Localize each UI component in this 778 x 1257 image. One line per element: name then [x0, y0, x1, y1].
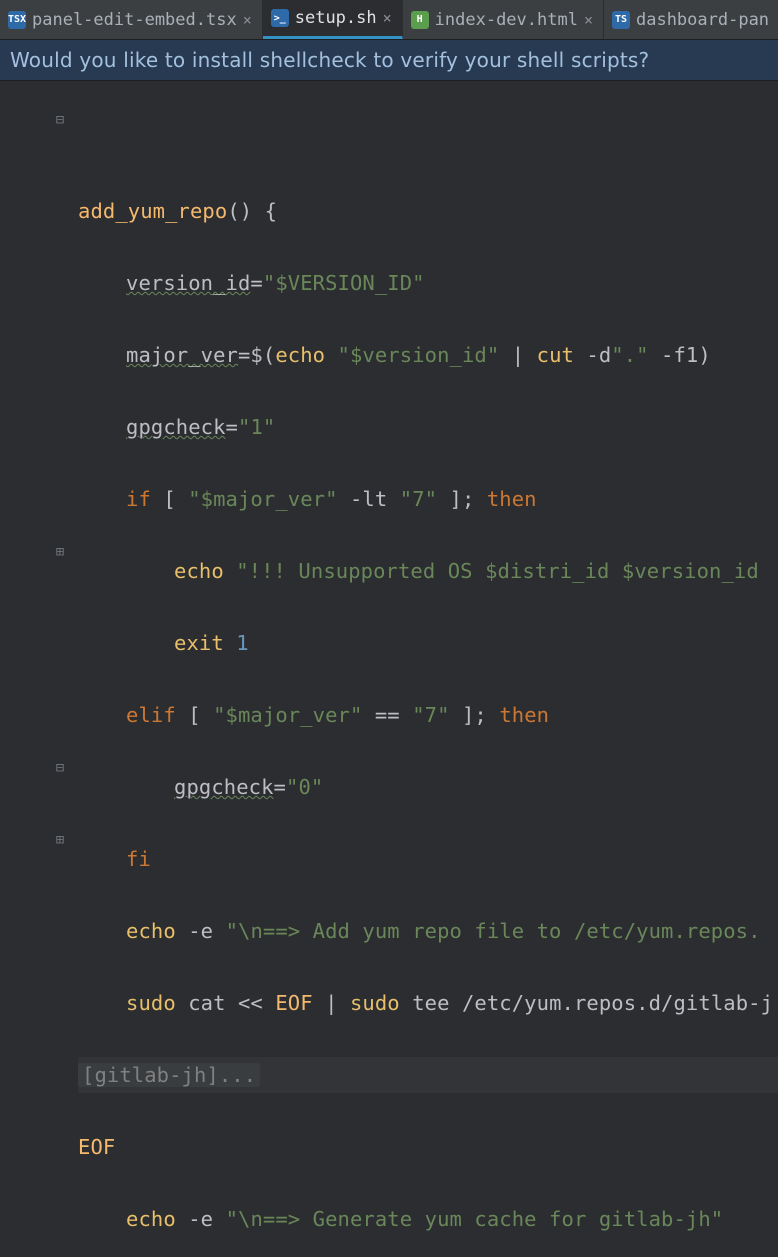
ts-file-icon: TS [612, 11, 630, 29]
tab-setup-sh[interactable]: >_ setup.sh × [263, 0, 403, 39]
tab-label: panel-edit-embed.tsx [32, 10, 237, 30]
code-editor[interactable]: ⊟ ⊞ ⊟ ⊞ add_yum_repo() { version_id="$VE… [0, 81, 778, 1256]
close-icon[interactable]: × [584, 11, 593, 29]
code-area[interactable]: add_yum_repo() { version_id="$VERSION_ID… [72, 81, 778, 1256]
tab-label: index-dev.html [435, 10, 578, 30]
code-line[interactable]: sudo cat << EOF | sudo tee /etc/yum.repo… [78, 985, 778, 1021]
tab-panel-edit-embed[interactable]: TSX panel-edit-embed.tsx × [0, 0, 263, 39]
code-line[interactable] [78, 121, 778, 157]
code-line[interactable]: major_ver=$(echo "$version_id" | cut -d"… [78, 337, 778, 373]
fold-toggle-icon[interactable]: ⊟ [53, 113, 67, 127]
code-line[interactable]: gpgcheck="1" [78, 409, 778, 445]
sh-file-icon: >_ [271, 9, 289, 27]
code-line[interactable]: fi [78, 841, 778, 877]
shellcheck-prompt-banner[interactable]: Would you like to install shellcheck to … [0, 40, 778, 81]
code-line[interactable]: echo -e "\n==> Generate yum cache for gi… [78, 1201, 778, 1237]
close-icon[interactable]: × [383, 9, 392, 27]
code-line[interactable]: echo -e "\n==> Add yum repo file to /etc… [78, 913, 778, 949]
fold-expand-icon[interactable]: ⊞ [53, 833, 67, 847]
tab-index-dev-html[interactable]: H index-dev.html × [403, 0, 604, 39]
editor-gutter: ⊟ ⊞ ⊟ ⊞ [0, 81, 72, 1256]
code-line[interactable]: echo "!!! Unsupported OS $distri_id $ver… [78, 553, 778, 589]
fold-expand-icon[interactable]: ⊞ [53, 545, 67, 559]
folded-region[interactable]: [gitlab-jh]... [78, 1063, 260, 1087]
code-line[interactable]: [gitlab-jh]... [78, 1057, 778, 1093]
code-line[interactable]: add_yum_repo() { [78, 193, 778, 229]
tab-label: dashboard-pan [636, 10, 769, 30]
code-line[interactable]: exit 1 [78, 625, 778, 661]
tab-label: setup.sh [295, 8, 377, 28]
html-file-icon: H [411, 11, 429, 29]
code-line[interactable]: if [ "$major_ver" -lt "7" ]; then [78, 481, 778, 517]
code-line[interactable]: gpgcheck="0" [78, 769, 778, 805]
close-icon[interactable]: × [243, 11, 252, 29]
code-line[interactable]: elif [ "$major_ver" == "7" ]; then [78, 697, 778, 733]
editor-tabs: TSX panel-edit-embed.tsx × >_ setup.sh ×… [0, 0, 778, 40]
tsx-file-icon: TSX [8, 11, 26, 29]
fold-toggle-icon[interactable]: ⊟ [53, 761, 67, 775]
code-line[interactable]: EOF [78, 1129, 778, 1165]
tab-dashboard-panel[interactable]: TS dashboard-pan [604, 0, 778, 39]
code-line[interactable]: version_id="$VERSION_ID" [78, 265, 778, 301]
